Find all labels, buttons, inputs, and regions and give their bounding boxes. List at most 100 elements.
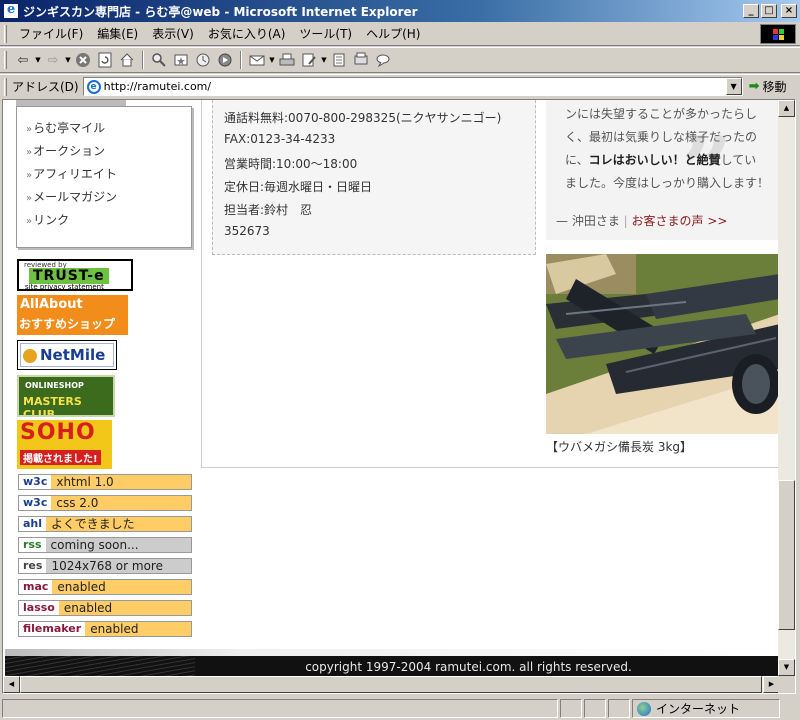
- mail-dropdown-icon[interactable]: ▼: [268, 56, 276, 64]
- masters-club-badge[interactable]: ONLINESHOP MASTERS CLUB: [17, 375, 115, 417]
- menu-favorites[interactable]: お気に入り(A): [201, 23, 293, 44]
- page-icon: e: [86, 79, 101, 94]
- status-bar: インターネット: [0, 697, 800, 720]
- nav-item-affiliate[interactable]: »アフィリエイト: [26, 165, 191, 188]
- spec-tag-key: w3c: [19, 475, 52, 489]
- vertical-scroll-thumb[interactable]: [778, 480, 795, 630]
- spec-tag-value: coming soon...: [45, 538, 191, 552]
- spec-tags: w3c xhtml 1.0 w3c css 2.0 ahl よくできました rss comin…: [18, 474, 192, 642]
- address-url[interactable]: http://ramutei.com/: [104, 80, 211, 93]
- spec-tag-value: xhtml 1.0: [51, 475, 191, 489]
- vertical-scrollbar[interactable]: ▲ ▼: [778, 100, 795, 676]
- spec-tag[interactable]: mac enabled: [18, 579, 192, 595]
- netmile-badge[interactable]: NetMile: [17, 340, 117, 370]
- spec-tag-value: enabled: [85, 622, 191, 636]
- spec-tag-value: 1024x768 or more: [46, 559, 191, 573]
- spec-tag-value: enabled: [52, 580, 191, 594]
- title-bar: ジンギスカン専門店 - らむ亭@web - Microsoft Internet…: [0, 0, 800, 22]
- research-icon[interactable]: [372, 50, 394, 70]
- sidebar-nav: »らむ亭マイル »オークション »アフィリエイト »メールマガジン »リンク: [16, 106, 192, 248]
- spec-tag-key: res: [19, 559, 47, 573]
- spec-tag[interactable]: res 1024x768 or more: [18, 558, 192, 574]
- scroll-down-icon[interactable]: ▼: [778, 659, 795, 676]
- address-label: アドレス(D): [12, 80, 79, 94]
- contact-person: 担当者:鈴村 忍: [224, 203, 313, 217]
- copyright-text: copyright 1997-2004 ramutei.com. all rig…: [305, 660, 632, 674]
- refresh-icon[interactable]: [94, 50, 116, 70]
- footer-divider: [5, 649, 780, 656]
- spec-tag[interactable]: w3c css 2.0: [18, 495, 192, 511]
- menu-grip[interactable]: [4, 24, 7, 43]
- menu-edit[interactable]: 編集(E): [90, 23, 145, 44]
- status-zone-panel: インターネット: [632, 699, 780, 718]
- address-grip[interactable]: [4, 77, 7, 96]
- edit-icon[interactable]: [298, 50, 320, 70]
- truste-badge[interactable]: reviewed by TRUST-e site privacy stateme…: [17, 259, 133, 291]
- soho-badge[interactable]: SOHO 掲載されました!: [17, 420, 112, 469]
- maximize-button[interactable]: □: [761, 4, 777, 18]
- spec-tag[interactable]: filemaker enabled: [18, 621, 192, 637]
- horizontal-scroll-thumb[interactable]: [20, 676, 762, 693]
- nav-item-links[interactable]: »リンク: [26, 211, 191, 234]
- internet-zone-icon: [637, 701, 651, 716]
- spec-tag[interactable]: w3c xhtml 1.0: [18, 474, 192, 490]
- scrollbar-corner: [778, 676, 795, 693]
- status-progress-panel: [560, 699, 582, 718]
- search-icon[interactable]: [148, 50, 170, 70]
- charcoal-photo[interactable]: [546, 254, 780, 434]
- edit-dropdown-icon[interactable]: ▼: [320, 56, 328, 64]
- customer-voice-link[interactable]: お客さまの声 >>: [632, 214, 728, 228]
- horizontal-scrollbar[interactable]: ◀ ▶: [3, 676, 780, 693]
- print-icon[interactable]: [276, 50, 298, 70]
- toolbar-grip[interactable]: [4, 51, 7, 69]
- discuss-icon[interactable]: [328, 50, 350, 70]
- toolbar-separator: [142, 51, 144, 69]
- nav-item-mailmagazine[interactable]: »メールマガジン: [26, 188, 191, 211]
- spec-tag[interactable]: rss coming soon...: [18, 537, 192, 553]
- menu-file[interactable]: ファイル(F): [12, 23, 90, 44]
- spec-tag-key: w3c: [19, 496, 52, 510]
- close-button[interactable]: ×: [781, 4, 797, 18]
- contact-info: 通話料無料:0070-800-298325(ニクヤサンニゴー) FAX:0123…: [212, 100, 536, 255]
- spec-tag-value: よくできました: [46, 517, 191, 531]
- web-page: »らむ亭マイル »オークション »アフィリエイト »メールマガジン »リンク r…: [3, 100, 780, 678]
- go-button[interactable]: ➡ 移動: [749, 78, 787, 95]
- scroll-up-icon[interactable]: ▲: [778, 100, 795, 117]
- page-footer: copyright 1997-2004 ramutei.com. all rig…: [5, 656, 780, 678]
- address-dropdown-icon[interactable]: ▼: [725, 78, 742, 95]
- spec-tag-value: css 2.0: [51, 496, 191, 510]
- mail-icon[interactable]: [246, 50, 268, 70]
- back-icon[interactable]: ⇦: [12, 50, 34, 70]
- allabout-badge[interactable]: AllAbout おすすめショップ: [17, 295, 128, 335]
- stop-icon[interactable]: [72, 50, 94, 70]
- forward-dropdown-icon[interactable]: ▼: [64, 56, 72, 64]
- go-arrow-icon: ➡: [748, 79, 760, 94]
- product-caption[interactable]: 【ウバメガシ備長炭 3kg】: [546, 438, 692, 455]
- nav-item-auction[interactable]: »オークション: [26, 142, 191, 165]
- browser-viewport: »らむ亭マイル »オークション »アフィリエイト »メールマガジン »リンク r…: [2, 99, 796, 694]
- forward-icon[interactable]: ⇨: [42, 50, 64, 70]
- standard-toolbar: ⇦ ▼ ⇨ ▼ ▼ ▼: [0, 47, 800, 73]
- netmile-logo-icon: [23, 349, 37, 363]
- home-icon[interactable]: [116, 50, 138, 70]
- nav-item-mile[interactable]: »らむ亭マイル: [26, 119, 191, 142]
- favorites-icon[interactable]: [170, 50, 192, 70]
- minimize-button[interactable]: _: [743, 4, 759, 18]
- spec-tag[interactable]: ahl よくできました: [18, 516, 192, 532]
- scroll-left-icon[interactable]: ◀: [3, 676, 20, 693]
- menu-view[interactable]: 表示(V): [145, 23, 201, 44]
- media-icon[interactable]: [214, 50, 236, 70]
- menu-help[interactable]: ヘルプ(H): [359, 23, 427, 44]
- back-dropdown-icon[interactable]: ▼: [34, 56, 42, 64]
- customer-testimonial: ” ンには失望することが多かったらし く、最初は気乗りしな様子だったの に、コレ…: [546, 100, 780, 240]
- address-input[interactable]: e http://ramutei.com/ ▼: [82, 77, 743, 96]
- menu-tools[interactable]: ツール(T): [292, 23, 359, 44]
- spec-tag-value: enabled: [58, 601, 191, 615]
- ie-app-icon[interactable]: [3, 2, 19, 19]
- history-icon[interactable]: [192, 50, 214, 70]
- status-lock-panel: [584, 699, 606, 718]
- status-text-panel: [2, 699, 558, 718]
- spec-tag[interactable]: lasso enabled: [18, 600, 192, 616]
- go-label: 移動: [762, 80, 787, 94]
- messenger-icon[interactable]: [350, 50, 372, 70]
